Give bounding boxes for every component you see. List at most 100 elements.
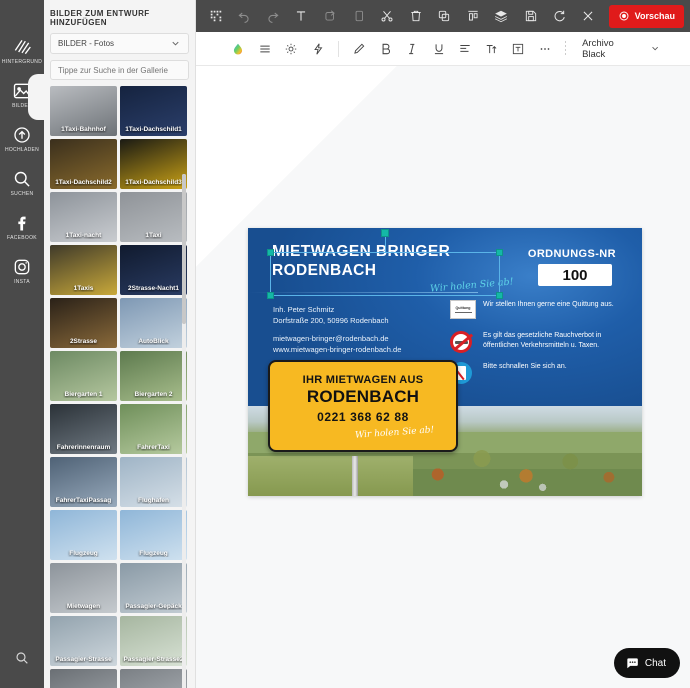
brightness-button[interactable] — [279, 37, 304, 61]
gallery-thumbnail[interactable]: FahrerTaxiPassag — [50, 457, 117, 508]
list-button[interactable] — [253, 37, 278, 61]
gallery-thumbnail[interactable]: 1Taxi-Bahnhof — [50, 86, 117, 137]
gallery-thumbnail[interactable]: Passagier-Gepäck — [120, 563, 187, 614]
underline-button[interactable] — [427, 37, 452, 61]
bold-b-icon — [382, 43, 390, 54]
gallery-thumbnail[interactable]: 2Strasse — [50, 298, 117, 349]
duplicate-button[interactable] — [430, 3, 458, 29]
gallery-thumbnail[interactable]: 1Taxi — [120, 192, 187, 243]
gallery-thumbnail[interactable]: Mietwagen — [50, 563, 117, 614]
gallery-thumbnail[interactable]: AutoBlick — [120, 298, 187, 349]
images-panel: BILDER ZUM ENTWURF HINZUFÜGEN BILDER - F… — [44, 0, 196, 688]
gallery-thumbnail[interactable]: Flugzeug — [50, 510, 117, 561]
color-drop-icon — [234, 43, 243, 55]
thumbnail-label: Flughafen — [137, 497, 170, 505]
gallery-thumbnail[interactable]: Passagier-Strasse — [50, 616, 117, 667]
sign-tagline: Wir holen Sie ab! — [354, 425, 435, 441]
owner-name: Inh. Peter Schmitz — [273, 305, 335, 314]
yellow-sign[interactable]: IHR MIETWAGEN AUS RODENBACH 0221 368 62 … — [268, 360, 458, 452]
canvas-workspace[interactable]: MIETWAGEN BRINGER RODENBACH Wir holen Si… — [196, 66, 690, 688]
thumbnail-label: Fahrerinnenraum — [56, 444, 111, 452]
thumbnail-label: 1Taxi-nacht — [65, 232, 102, 240]
gallery-thumbnail[interactable]: Fahrerinnenraum — [50, 404, 117, 455]
pen-button[interactable] — [347, 37, 372, 61]
gallery-thumbnail[interactable]: 2Strasse-Nacht1 — [120, 245, 187, 296]
gallery-thumbnail[interactable]: 1Taxi-Dachschild2 — [50, 139, 117, 190]
close-button[interactable] — [574, 3, 602, 29]
category-dropdown[interactable]: BILDER - Fotos — [50, 33, 189, 55]
save-button[interactable] — [517, 3, 545, 29]
thumbnail-scroll-area[interactable]: 1Taxi-Bahnhof 1Taxi-Dachschild1 1Taxi-Dach… — [50, 86, 187, 688]
text-button[interactable] — [288, 3, 316, 29]
font-family-selector[interactable]: Archivo Black — [582, 38, 660, 60]
cut-button[interactable] — [373, 3, 401, 29]
design-notes-list: Quittung Wir stellen Ihnen gerne eine Qu… — [450, 300, 630, 393]
note-item: Bitte schnallen Sie sich an. — [450, 362, 630, 384]
effects-button[interactable] — [306, 37, 331, 61]
gallery-thumbnail[interactable]: Biergarten 2 — [120, 351, 187, 402]
panel-scrollbar-track[interactable] — [182, 174, 186, 688]
zoom-control[interactable] — [0, 628, 44, 688]
category-value: BILDER - Fotos — [58, 39, 115, 48]
instagram-icon — [14, 259, 30, 275]
text-box-button[interactable] — [506, 37, 531, 61]
shape-icon — [325, 10, 335, 21]
chat-label: Chat — [644, 657, 666, 669]
sidebar-item-hochladen[interactable]: HOCHLADEN — [0, 118, 44, 160]
chat-button[interactable]: Chat — [613, 648, 680, 678]
shape-button[interactable] — [316, 3, 344, 29]
refresh-button[interactable] — [546, 3, 574, 29]
gallery-thumbnail[interactable]: 1Taxi-Dachschild1 — [120, 86, 187, 137]
sign-line-2: RODENBACH — [306, 387, 420, 406]
gallery-thumbnail[interactable]: Flughafen — [120, 457, 187, 508]
gallery-thumbnail[interactable]: 1Taxi-Dachschild3 — [120, 139, 187, 190]
undo-icon — [238, 12, 249, 23]
website-url: www.mietwagen-bringer-rodenbach.de — [273, 345, 402, 354]
gallery-thumbnail[interactable]: Flugzeug — [120, 510, 187, 561]
pen-icon — [354, 43, 365, 54]
gallery-thumbnail[interactable]: Passagier-Strasse2 — [120, 616, 187, 667]
sidebar-item-hintergrund[interactable]: HINTERGRUND — [0, 30, 44, 72]
gallery-thumbnail[interactable]: FahrerTaxi — [120, 404, 187, 455]
sidebar-item-suchen[interactable]: SUCHEN — [0, 162, 44, 204]
sidebar-item-facebook[interactable]: FACEBOOK — [0, 206, 44, 248]
gallery-thumbnail[interactable] — [50, 669, 117, 688]
thumbnail-label: 1Taxi-Dachschild3 — [125, 179, 182, 187]
align-button[interactable] — [459, 3, 487, 29]
more-button[interactable] — [533, 37, 558, 61]
color-picker-button[interactable] — [226, 37, 251, 61]
gallery-thumbnail[interactable]: Biergarten 1 — [50, 351, 117, 402]
design-contact-block[interactable]: Inh. Peter Schmitz Dorfstraße 200, 50996… — [273, 304, 401, 355]
bold-button[interactable] — [374, 37, 399, 61]
trash-icon — [410, 10, 421, 22]
search-input[interactable] — [58, 65, 181, 75]
design-headline[interactable]: MIETWAGEN BRINGER RODENBACH — [272, 242, 522, 280]
text-box-icon — [513, 43, 524, 54]
text-size-button[interactable] — [480, 37, 505, 61]
undo-button[interactable] — [231, 3, 259, 29]
sign-post — [352, 456, 358, 496]
gallery-search-field[interactable] — [50, 60, 189, 81]
gallery-thumbnail[interactable]: 1Taxi-nacht — [50, 192, 117, 243]
design-canvas[interactable]: MIETWAGEN BRINGER RODENBACH Wir holen Si… — [248, 228, 642, 496]
align-left-button[interactable] — [453, 37, 478, 61]
redo-button[interactable] — [259, 3, 287, 29]
align-left-icon — [460, 44, 470, 52]
order-number-value[interactable]: 100 — [538, 264, 612, 286]
gallery-thumbnail[interactable]: 1Taxis — [50, 245, 117, 296]
layers-button[interactable] — [487, 3, 515, 29]
rectangle-button[interactable] — [345, 3, 373, 29]
delete-button[interactable] — [402, 3, 430, 29]
underline-u-icon — [434, 43, 443, 54]
thumbnail-label: 1Taxis — [73, 285, 94, 293]
toolbar-divider — [338, 40, 339, 57]
note-text: Bitte schnallen Sie sich an. — [483, 363, 567, 370]
sidebar-item-insta[interactable]: INSTA — [0, 250, 44, 292]
search-icon — [14, 171, 30, 187]
preview-button[interactable]: Vorschau — [608, 4, 685, 28]
italic-button[interactable] — [400, 37, 425, 61]
italic-i-icon — [409, 43, 415, 54]
qr-code-button[interactable] — [202, 3, 230, 29]
gallery-thumbnail[interactable] — [120, 669, 187, 688]
panel-scrollbar-thumb[interactable] — [182, 174, 186, 325]
